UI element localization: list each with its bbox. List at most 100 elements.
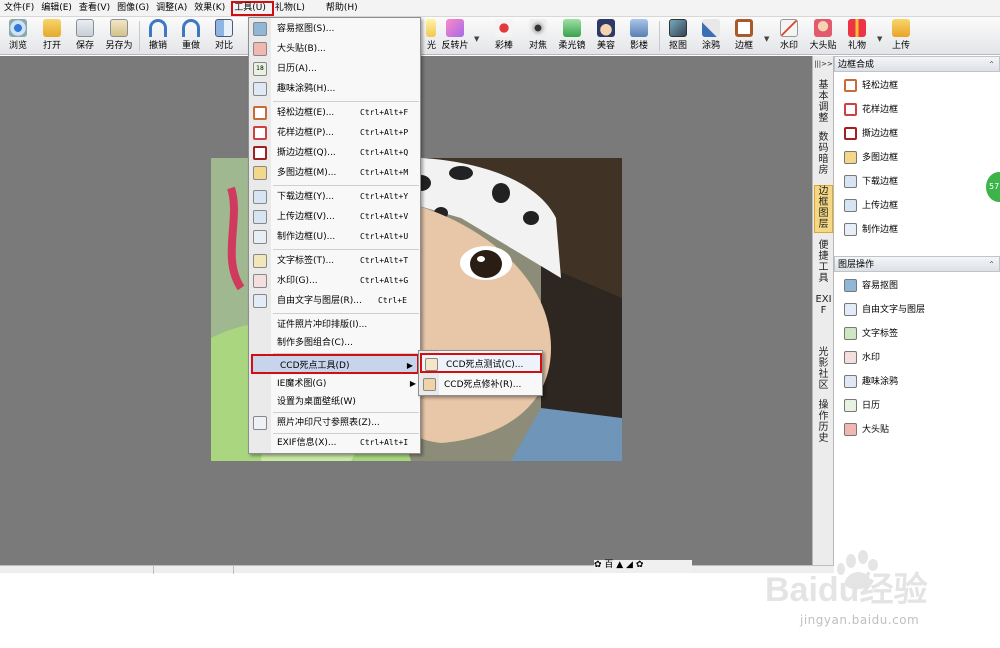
- menu-file[interactable]: 文件(F): [3, 1, 40, 16]
- menu-item-exif-info[interactable]: EXIF信息(X)... Ctrl+Alt+I: [250, 433, 420, 453]
- panel-item-torn-frame[interactable]: 撕边边框: [844, 125, 898, 143]
- save-icon: [76, 19, 94, 37]
- panel-toggle-icon[interactable]: |||>>: [814, 58, 833, 70]
- toolbar-separator: [659, 21, 660, 51]
- text-label-icon: [844, 327, 857, 340]
- panel-item-free-text-layer[interactable]: 自由文字与图层: [844, 301, 925, 319]
- menu-view[interactable]: 查看(V): [78, 1, 116, 16]
- menu-item-print-size-table[interactable]: 照片冲印尺寸参照表(Z)...: [250, 413, 420, 433]
- menu-help[interactable]: 帮助(H): [325, 1, 364, 16]
- more-effects-arrow-icon[interactable]: ▼: [474, 35, 479, 43]
- menu-effects[interactable]: 效果(K): [193, 1, 231, 16]
- menu-separator: [273, 313, 419, 314]
- panel-item-fun-doodle[interactable]: 趣味涂鸦: [844, 373, 898, 391]
- panel-item-text-label[interactable]: 文字标签: [844, 325, 898, 343]
- menu-item-text-label[interactable]: 文字标签(T)... Ctrl+Alt+T: [250, 251, 420, 271]
- submenu-item-ccd-test[interactable]: CCD死点测试(C)...: [420, 353, 542, 373]
- menu-separator: [273, 249, 419, 250]
- panel-item-download-frame[interactable]: 下载边框: [844, 173, 898, 191]
- frame-button[interactable]: 边框: [728, 18, 760, 53]
- panel-item-watermark[interactable]: 水印: [844, 349, 880, 367]
- save-button[interactable]: 保存: [69, 18, 101, 53]
- upload-frame-icon: [844, 199, 857, 212]
- frame-icon: [844, 127, 857, 140]
- layers-section-header[interactable]: 图层操作 ⌃: [834, 256, 1000, 272]
- panel-item-multi-frame[interactable]: 多图边框: [844, 149, 898, 167]
- tab-quick-tools[interactable]: 便捷工具: [814, 240, 833, 284]
- tools-menu: 容易抠图(S)... 大头贴(B)... 18 日历(A)... 趣味涂鸦(H)…: [248, 17, 421, 454]
- tab-digital-darkroom[interactable]: 数码暗房: [814, 132, 833, 176]
- cutout-button[interactable]: 抠图: [662, 18, 694, 53]
- menu-item-ie-magic-image[interactable]: IE魔术图(G) ▶: [250, 374, 420, 394]
- menu-item-easy-frame[interactable]: 轻松边框(E)... Ctrl+Alt+F: [250, 103, 420, 123]
- menu-gifts[interactable]: 礼物(L): [274, 1, 311, 16]
- menu-tools[interactable]: 工具(U): [231, 0, 274, 16]
- menu-edit[interactable]: 编辑(E): [40, 1, 78, 16]
- submenu-item-ccd-repair[interactable]: CCD死点修补(R)...: [420, 375, 542, 395]
- zoom-controls[interactable]: ✿ 百 ▲ ◢ ✿: [594, 560, 692, 571]
- soft-lens-button[interactable]: 柔光镜: [555, 18, 589, 53]
- panel-item-photo-sticker[interactable]: 大头贴: [844, 421, 889, 439]
- panel-item-calendar[interactable]: 日历: [844, 397, 880, 415]
- menu-item-calendar[interactable]: 18 日历(A)...: [250, 59, 420, 79]
- reverse-film-button[interactable]: 反转片: [438, 18, 472, 53]
- tab-basic-adjust[interactable]: 基本调整: [814, 80, 833, 124]
- menu-item-photo-sticker[interactable]: 大头贴(B)...: [250, 39, 420, 59]
- doodle-button[interactable]: 涂鸦: [695, 18, 727, 53]
- watermark-icon: [844, 351, 857, 364]
- frame-icon: [253, 106, 267, 120]
- watermark-button[interactable]: 水印: [773, 18, 805, 53]
- menu-item-ccd-dead-pixel-tool[interactable]: CCD死点工具(D) ▶: [251, 354, 419, 374]
- menu-item-torn-frame[interactable]: 撕边边框(Q)... Ctrl+Alt+Q: [250, 143, 420, 163]
- menu-item-make-frame[interactable]: 制作边框(U)... Ctrl+Alt+U: [250, 227, 420, 247]
- studio-button[interactable]: 影楼: [623, 18, 655, 53]
- menu-item-id-photo-layout[interactable]: 证件照片冲印排版(I)...: [250, 315, 420, 335]
- menu-image[interactable]: 图像(G): [116, 1, 155, 16]
- menu-item-upload-frame[interactable]: 上传边框(V)... Ctrl+Alt+V: [250, 207, 420, 227]
- collapse-icon[interactable]: ⌃: [988, 57, 995, 73]
- more-gifts-arrow-icon[interactable]: ▼: [877, 35, 882, 43]
- panel-item-pattern-frame[interactable]: 花样边框: [844, 101, 898, 119]
- menu-item-watermark[interactable]: 水印(G)... Ctrl+Alt+G: [250, 271, 420, 291]
- collapse-icon[interactable]: ⌃: [988, 257, 995, 273]
- menu-item-fun-doodle[interactable]: 趣味涂鸦(H)...: [250, 79, 420, 99]
- more-frames-arrow-icon[interactable]: ▼: [764, 35, 769, 43]
- tab-light-community[interactable]: 光影社区: [814, 347, 833, 391]
- frame-icon: [735, 19, 753, 37]
- menu-item-free-text-layer[interactable]: 自由文字与图层(R)... Ctrl+E: [250, 291, 420, 311]
- menu-adjust[interactable]: 调整(A): [155, 1, 193, 16]
- save-as-button[interactable]: 另存为: [102, 18, 136, 53]
- color-pen-button[interactable]: 彩棒: [488, 18, 520, 53]
- tab-history[interactable]: 操作历史: [814, 400, 833, 444]
- photo-sticker-icon: [814, 19, 832, 37]
- focus-button[interactable]: 对焦: [522, 18, 554, 53]
- open-button[interactable]: 打开: [36, 18, 68, 53]
- text-layer-icon: [844, 303, 857, 316]
- menu-item-set-wallpaper[interactable]: 设置为桌面壁纸(W): [250, 392, 420, 412]
- panel-item-easy-frame[interactable]: 轻松边框: [844, 77, 898, 95]
- menu-item-pattern-frame[interactable]: 花样边框(P)... Ctrl+Alt+P: [250, 123, 420, 143]
- redo-button[interactable]: 重做: [175, 18, 207, 53]
- menu-item-easy-cutout[interactable]: 容易抠图(S)...: [250, 19, 420, 39]
- frames-section-header[interactable]: 边框合成 ⌃: [834, 56, 1000, 72]
- menu-item-download-frame[interactable]: 下载边框(Y)... Ctrl+Alt+Y: [250, 187, 420, 207]
- panel-item-upload-frame[interactable]: 上传边框: [844, 197, 898, 215]
- menu-item-multi-frame[interactable]: 多图边框(M)... Ctrl+Alt+M: [250, 163, 420, 183]
- frame-icon: [844, 103, 857, 116]
- panel-item-make-frame[interactable]: 制作边框: [844, 221, 898, 239]
- compare-button[interactable]: 对比: [208, 18, 240, 53]
- menu-item-multi-photo-combo[interactable]: 制作多图组合(C)...: [250, 333, 420, 353]
- tab-exif[interactable]: EXIF: [814, 294, 833, 316]
- photo-sticker-button[interactable]: 大头贴: [806, 18, 840, 53]
- tab-frames-layers[interactable]: 边框图层: [814, 185, 833, 233]
- undo-button[interactable]: 撤销: [142, 18, 174, 53]
- beauty-button[interactable]: 美容: [590, 18, 622, 53]
- browse-button[interactable]: 浏览: [2, 18, 34, 53]
- ccd-repair-icon: [423, 378, 436, 391]
- panel-item-easy-cutout[interactable]: 容易抠图: [844, 277, 898, 295]
- upload-button[interactable]: 上传: [885, 18, 917, 53]
- cutout-icon: [253, 22, 267, 36]
- light-button[interactable]: 光: [420, 18, 436, 53]
- doodle-icon: [844, 375, 857, 388]
- gift-button[interactable]: 礼物: [841, 18, 873, 53]
